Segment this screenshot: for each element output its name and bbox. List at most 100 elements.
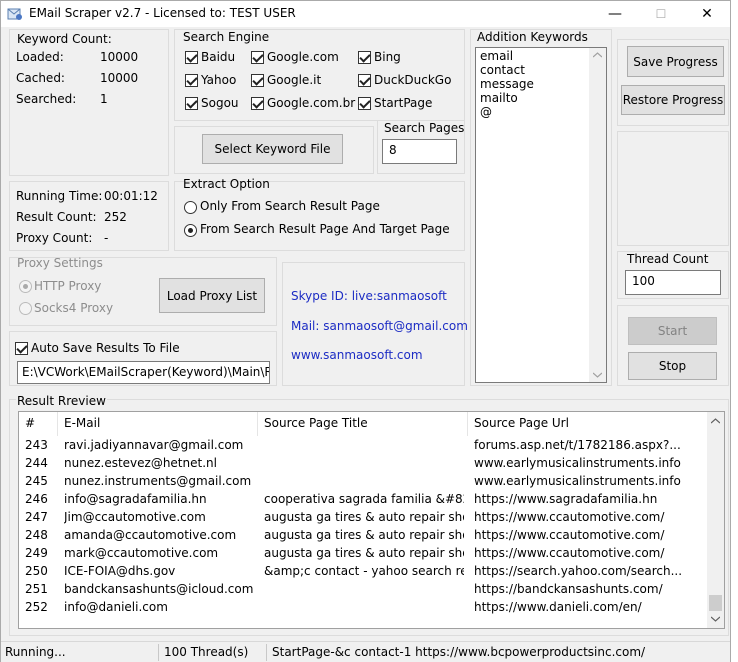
cell-number: 248 — [25, 528, 48, 542]
table-row[interactable]: 251 bandckansashunts@icloud.com https://ba… — [19, 581, 709, 599]
chevron-up-icon[interactable] — [593, 52, 602, 58]
keyword-line: @ — [480, 105, 492, 119]
table-row[interactable]: 244 nunez.estevez@hetnet.nl www.earlymusic… — [19, 455, 709, 473]
cell-email: info@danieli.com — [64, 600, 168, 614]
column-header-email[interactable]: E-Mail — [58, 412, 258, 436]
auto-save-checkbox[interactable] — [15, 342, 28, 355]
search-pages-input[interactable]: 8 — [382, 139, 457, 164]
extract-option-radio[interactable] — [184, 201, 197, 214]
stats-panel: Running Time: 00:01:12 Result Count: 252… — [9, 181, 169, 251]
keyword-line: email — [480, 49, 514, 63]
cell-url: https://www.ccautomotive.com/ — [474, 510, 665, 524]
auto-save-panel: Auto Save Results To File E:\VCWork\EMai… — [9, 331, 277, 386]
start-button[interactable]: Start — [628, 317, 717, 345]
searched-label: Searched: — [16, 92, 77, 106]
table-row[interactable]: 246 info@sagradafamilia.hn cooperativa sag… — [19, 491, 709, 509]
proxy-settings-panel: Proxy Settings HTTP Proxy Socks4 Proxy L… — [9, 256, 277, 326]
cell-url: https://www.sagradafamilia.hn — [474, 492, 658, 506]
restore-progress-button[interactable]: Restore Progress — [621, 85, 725, 115]
thread-count-label: Thread Count — [627, 252, 709, 266]
engine-checkbox[interactable] — [185, 51, 198, 64]
engine-label: Bing — [374, 50, 401, 64]
socks4-proxy-radio[interactable] — [19, 302, 32, 315]
website-link[interactable]: www.sanmaosoft.com — [291, 348, 423, 362]
status-current-task: StartPage-&c contact-1 https://www.bcpow… — [272, 645, 646, 659]
engine-checkbox[interactable] — [185, 74, 198, 87]
chevron-down-icon[interactable] — [711, 616, 720, 622]
addition-keywords-label: Addition Keywords — [477, 30, 588, 44]
main-window: EMail Scraper v2.7 - Licensed to: TEST U… — [0, 0, 731, 662]
keyword-line: message — [480, 77, 534, 91]
engine-checkbox[interactable] — [358, 51, 371, 64]
engine-label: Sogou — [201, 96, 239, 110]
table-row[interactable]: 249 mark@ccautomotive.com augusta ga tires… — [19, 545, 709, 563]
chevron-up-icon[interactable] — [711, 418, 720, 424]
cell-number: 251 — [25, 582, 48, 596]
extract-option-1-label: Only From Search Result Page — [200, 199, 380, 213]
engine-checkbox[interactable] — [251, 74, 264, 87]
cell-email: info@sagradafamilia.hn — [64, 492, 207, 506]
table-scrollbar[interactable] — [707, 412, 724, 628]
cell-url: www.earlymusicalinstruments.info — [474, 456, 681, 470]
cell-email: amanda@ccautomotive.com — [64, 528, 237, 542]
load-proxy-list-button[interactable]: Load Proxy List — [159, 278, 265, 313]
mail-text[interactable]: Mail: sanmaosoft@gmail.com — [291, 319, 468, 333]
cell-email: mark@ccautomotive.com — [64, 546, 219, 560]
stop-button[interactable]: Stop — [628, 352, 717, 380]
save-progress-button[interactable]: Save Progress — [627, 46, 724, 77]
engine-checkbox[interactable] — [251, 51, 264, 64]
scroll-thumb[interactable] — [709, 595, 722, 611]
close-button[interactable]: ✕ — [684, 1, 730, 27]
table-row[interactable]: 247 Jim@ccautomotive.com augusta ga tires … — [19, 509, 709, 527]
table-row[interactable]: 243 ravi.jadiyannavar@gmail.com forums.asp… — [19, 437, 709, 455]
cell-url: https://www.ccautomotive.com/ — [474, 528, 665, 542]
progress-panel: Save Progress Restore Progress — [617, 39, 729, 126]
maximize-button[interactable]: ☐ — [638, 1, 684, 27]
keyword-count-label: Keyword Count: — [17, 32, 112, 46]
engine-checkbox[interactable] — [358, 74, 371, 87]
column-header-url[interactable]: Source Page Url — [468, 412, 709, 436]
engine-checkbox[interactable] — [185, 97, 198, 110]
blank-panel — [617, 131, 729, 246]
http-proxy-radio[interactable] — [19, 280, 32, 293]
cell-email: ravi.jadiyannavar@gmail.com — [64, 438, 244, 452]
column-header-title[interactable]: Source Page Title — [258, 412, 468, 436]
loaded-value: 10000 — [100, 50, 139, 64]
cell-number: 252 — [25, 600, 48, 614]
engine-label: Yahoo — [201, 73, 237, 87]
chevron-down-icon[interactable] — [593, 372, 602, 378]
engine-checkbox[interactable] — [251, 97, 264, 110]
search-pages-label: Search Pages — [384, 121, 465, 135]
cell-number: 245 — [25, 474, 48, 488]
result-count-label: Result Count: — [16, 210, 97, 224]
table-row[interactable]: 248 amanda@ccautomotive.com augusta ga tir… — [19, 527, 709, 545]
engine-checkbox[interactable] — [358, 97, 371, 110]
extract-option-radio-selected[interactable] — [184, 224, 197, 237]
auto-save-path-input[interactable]: E:\VCWork\EMailScraper(Keyword)\Main\Rel… — [17, 361, 270, 384]
proxy-settings-label: Proxy Settings — [17, 256, 103, 270]
select-keyword-file-button[interactable]: Select Keyword File — [202, 134, 343, 164]
cell-url: https://search.yahoo.com/search... — [474, 564, 683, 578]
cached-label: Cached: — [16, 71, 65, 85]
keyword-file-panel: Select Keyword File — [174, 126, 374, 174]
addition-keywords-panel: Addition Keywords email contact message … — [470, 29, 612, 386]
table-row[interactable]: 250 ICE-FOIA@dhs.gov &amp;c contact - yaho… — [19, 563, 709, 581]
cell-email: nunez.instruments@gmail.com — [64, 474, 252, 488]
thread-count-panel: Thread Count 100 — [617, 251, 729, 299]
table-row[interactable]: 245 nunez.instruments@gmail.com www.earlym… — [19, 473, 709, 491]
keywords-scrollbar[interactable] — [589, 48, 606, 382]
cell-number: 249 — [25, 546, 48, 560]
status-divider — [266, 644, 267, 661]
extract-option-panel: Extract Option Only From Search Result P… — [174, 177, 465, 251]
search-pages-panel: Search Pages 8 — [377, 120, 465, 174]
addition-keywords-textarea[interactable]: email contact message mailto @ — [475, 47, 607, 383]
minimize-button[interactable]: — — [592, 1, 638, 27]
result-table[interactable]: # E-Mail Source Page Title Source Page U… — [18, 411, 725, 629]
thread-count-input[interactable]: 100 — [625, 270, 721, 295]
cell-number: 250 — [25, 564, 48, 578]
cell-title: augusta ga tires & auto repair sho... — [264, 510, 464, 524]
engine-label: Baidu — [201, 50, 236, 64]
table-row[interactable]: 252 info@danieli.com https://www.danieli.c… — [19, 599, 709, 617]
column-header-number[interactable]: # — [19, 412, 58, 436]
engine-label: DuckDuckGo — [374, 73, 452, 87]
